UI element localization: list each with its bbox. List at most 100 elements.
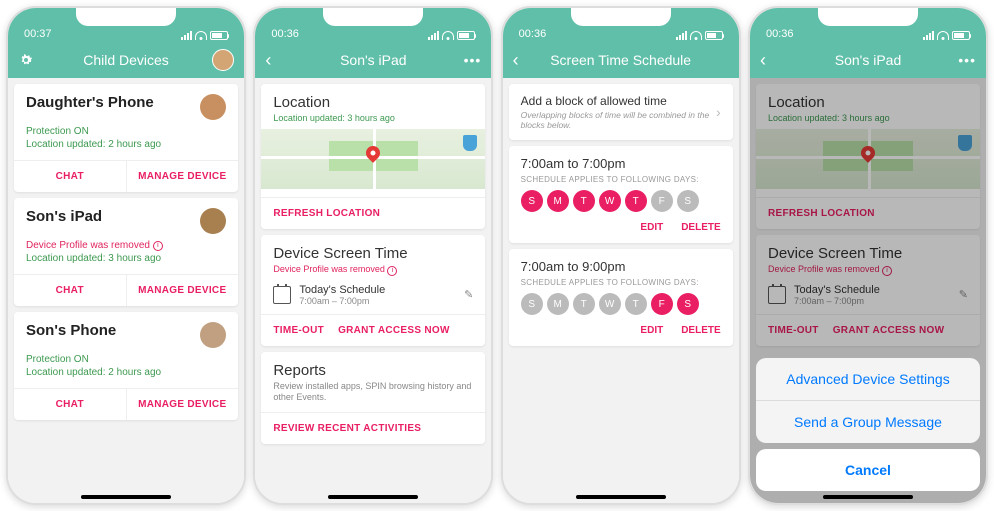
day-selector: S M T W T F S [521, 190, 721, 212]
day-toggle[interactable]: T [625, 293, 647, 315]
child-avatar[interactable] [200, 94, 226, 120]
map-preview[interactable] [261, 129, 485, 189]
section-title: Device Screen Time [273, 245, 473, 262]
content: Location Location updated: 3 hours ago R… [255, 78, 491, 503]
page-title: Son's iPad [835, 52, 902, 68]
day-toggle[interactable]: F [651, 293, 673, 315]
delete-button[interactable]: DELETE [681, 222, 720, 233]
chat-button[interactable]: CHAT [14, 389, 127, 420]
content: Daughter's Phone Protection ON Location … [8, 78, 244, 503]
schedule-block: 7:00am to 9:00pm SCHEDULE APPLIES TO FOL… [509, 249, 733, 346]
profile-removed-warning: Device Profile was removedi [26, 240, 226, 251]
location-section: Location Location updated: 3 hours ago R… [261, 84, 485, 229]
home-indicator[interactable] [823, 495, 913, 499]
clock: 00:36 [519, 28, 547, 40]
content: Location Location updated: 3 hours ago R… [750, 78, 986, 503]
home-indicator[interactable] [576, 495, 666, 499]
cancel-button[interactable]: Cancel [756, 449, 980, 491]
more-button[interactable]: ••• [958, 52, 976, 68]
device-card: Daughter's Phone Protection ON Location … [14, 84, 238, 192]
back-button[interactable]: ‹ [760, 50, 766, 71]
chat-button[interactable]: CHAT [14, 161, 127, 192]
day-toggle[interactable]: S [677, 293, 699, 315]
days-label: SCHEDULE APPLIES TO FOLLOWING DAYS: [521, 278, 721, 287]
child-avatar[interactable] [200, 208, 226, 234]
section-title: Location [273, 94, 473, 111]
map-pin-icon [858, 143, 878, 163]
settings-button[interactable] [18, 52, 34, 68]
info-icon[interactable]: i [153, 241, 163, 251]
more-button[interactable]: ••• [464, 52, 482, 68]
page-title: Child Devices [83, 52, 169, 68]
battery-icon [210, 31, 228, 40]
notch [76, 8, 176, 26]
refresh-location-button[interactable]: REFRESH LOCATION [273, 208, 380, 219]
manage-device-button[interactable]: MANAGE DEVICE [127, 161, 239, 192]
content: Add a block of allowed time Overlapping … [503, 78, 739, 503]
day-toggle[interactable]: T [573, 190, 595, 212]
advanced-settings-option[interactable]: Advanced Device Settings [756, 358, 980, 401]
location-status: Location updated: 2 hours ago [26, 367, 226, 378]
review-activities-button[interactable]: REVIEW RECENT ACTIVITIES [273, 423, 421, 434]
screen-time-section: Device Screen Time Device Profile was re… [756, 235, 980, 346]
chat-button[interactable]: CHAT [14, 275, 127, 306]
delete-button[interactable]: DELETE [681, 325, 720, 336]
day-selector: S M T W T F S [521, 293, 721, 315]
edit-schedule-button[interactable]: ✎ [464, 288, 473, 301]
add-block-label: Add a block of allowed time [521, 94, 716, 108]
calendar-icon [273, 286, 291, 304]
day-toggle[interactable]: S [521, 293, 543, 315]
wifi-icon [690, 31, 702, 40]
signal-icon [676, 31, 687, 40]
screen-schedule: 00:36 ‹ Screen Time Schedule Add a block… [501, 6, 741, 505]
timeout-button[interactable]: TIME-OUT [273, 325, 324, 336]
device-name: Son's iPad [26, 208, 102, 225]
notch [571, 8, 671, 26]
day-toggle[interactable]: M [547, 190, 569, 212]
screen-action-sheet: 00:36 ‹ Son's iPad ••• Location Location… [748, 6, 988, 505]
home-indicator[interactable] [328, 495, 418, 499]
back-button[interactable]: ‹ [265, 50, 271, 71]
group-message-option[interactable]: Send a Group Message [756, 401, 980, 443]
protection-status: Protection ON [26, 126, 226, 137]
day-toggle[interactable]: S [521, 190, 543, 212]
add-block-row[interactable]: Add a block of allowed time Overlapping … [509, 84, 733, 140]
nav-header: ‹ Screen Time Schedule [503, 42, 739, 78]
clock: 00:36 [271, 28, 299, 40]
clock: 00:36 [766, 28, 794, 40]
signal-icon [428, 31, 439, 40]
day-toggle[interactable]: F [651, 190, 673, 212]
edit-button[interactable]: EDIT [640, 222, 663, 233]
action-sheet: Advanced Device Settings Send a Group Me… [756, 358, 980, 491]
clock: 00:37 [24, 28, 52, 40]
reports-section: Reports Review installed apps, SPIN brow… [261, 352, 485, 444]
location-section: Location Location updated: 3 hours ago R… [756, 84, 980, 229]
day-toggle[interactable]: M [547, 293, 569, 315]
chevron-right-icon: › [716, 104, 721, 120]
notch [323, 8, 423, 26]
profile-avatar[interactable] [212, 49, 234, 71]
day-toggle[interactable]: T [573, 293, 595, 315]
day-toggle[interactable]: W [599, 190, 621, 212]
manage-device-button[interactable]: MANAGE DEVICE [127, 389, 239, 420]
wifi-icon [442, 31, 454, 40]
grant-access-button[interactable]: GRANT ACCESS NOW [338, 325, 450, 336]
route-shield-icon [463, 135, 477, 151]
home-indicator[interactable] [81, 495, 171, 499]
time-range: 7:00am to 7:00pm [521, 156, 721, 171]
day-toggle[interactable]: T [625, 190, 647, 212]
info-icon[interactable]: i [387, 266, 397, 276]
page-title: Screen Time Schedule [550, 52, 691, 68]
device-name: Daughter's Phone [26, 94, 154, 111]
time-range: 7:00am to 9:00pm [521, 259, 721, 274]
section-title: Reports [273, 362, 473, 379]
child-avatar[interactable] [200, 322, 226, 348]
device-card: Son's Phone Protection ON Location updat… [14, 312, 238, 420]
edit-button[interactable]: EDIT [640, 325, 663, 336]
day-toggle[interactable]: W [599, 293, 621, 315]
manage-device-button[interactable]: MANAGE DEVICE [127, 275, 239, 306]
day-toggle[interactable]: S [677, 190, 699, 212]
schedule-time: 7:00am – 7:00pm [299, 296, 385, 306]
screen-time-section: Device Screen Time Device Profile was re… [261, 235, 485, 346]
back-button[interactable]: ‹ [513, 50, 519, 71]
